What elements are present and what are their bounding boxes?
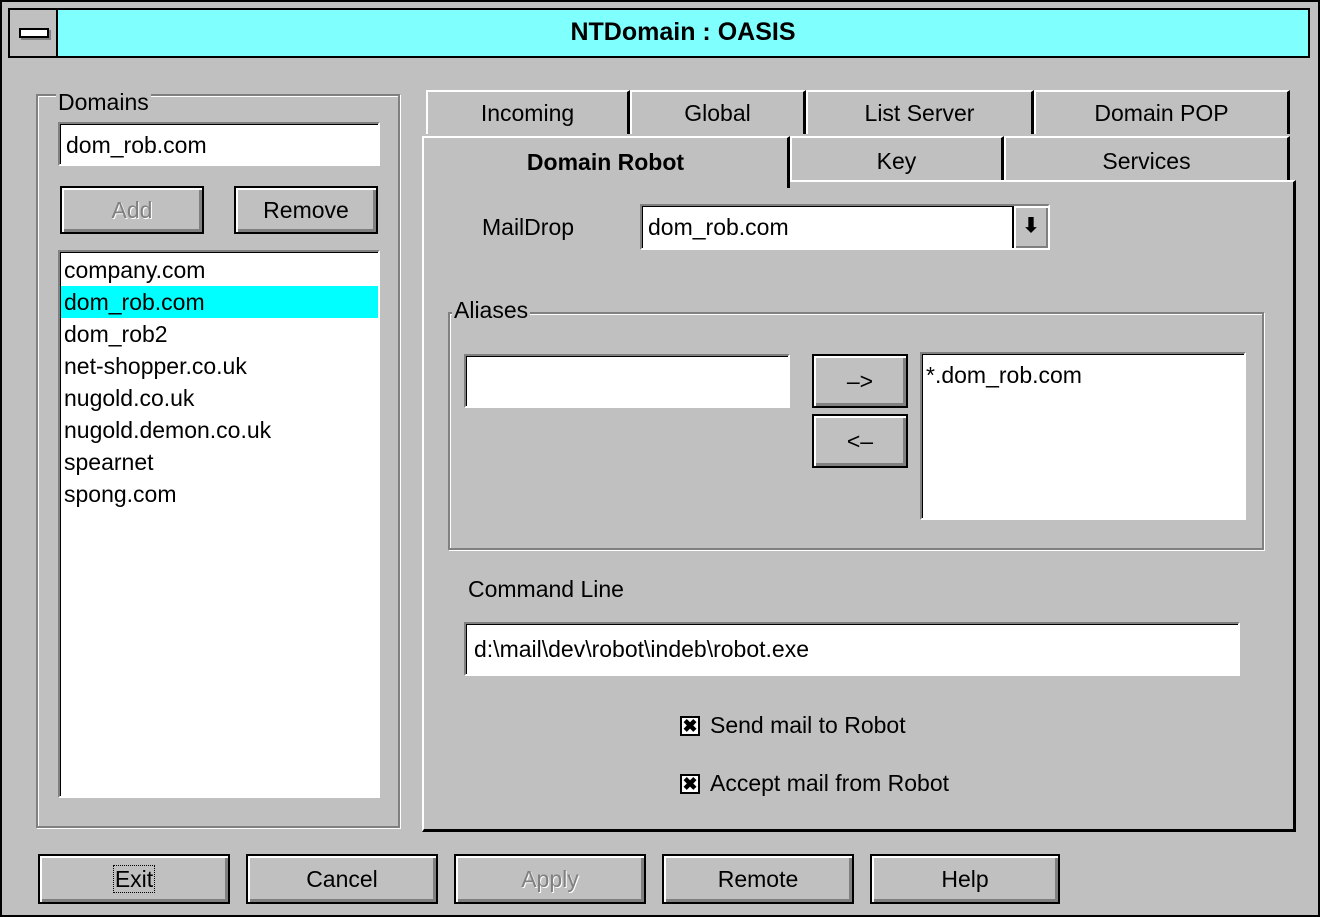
tab-global-label: Global — [684, 100, 751, 126]
send-mail-checkbox[interactable]: ✖ — [680, 716, 700, 736]
maildrop-value: dom_rob.com — [648, 214, 789, 240]
domain-name-input-value: dom_rob.com — [66, 132, 207, 158]
exit-button[interactable]: Exit — [38, 854, 230, 904]
help-button-label: Help — [941, 866, 989, 892]
maildrop-label: MailDrop — [482, 214, 575, 240]
dialog-window: NTDomain : OASIS Domains dom_rob.com Add… — [0, 0, 1320, 917]
cancel-button[interactable]: Cancel — [246, 854, 438, 904]
domain-list-item[interactable]: company.com — [60, 254, 378, 286]
tab-key[interactable]: Key — [790, 136, 1004, 182]
check-icon: ✖ — [682, 716, 698, 736]
domain-name-input[interactable]: dom_rob.com — [58, 122, 380, 166]
alias-list[interactable]: *.dom_rob.com — [920, 352, 1246, 520]
remote-button-label: Remote — [717, 866, 799, 892]
accept-mail-label[interactable]: Accept mail from Robot — [710, 770, 949, 797]
command-line-label: Command Line — [468, 576, 624, 602]
tab-key-label: Key — [876, 148, 917, 174]
help-button[interactable]: Help — [870, 854, 1060, 904]
tab-list-server-label: List Server — [864, 100, 975, 126]
tab-domain-pop-label: Domain POP — [1094, 100, 1229, 126]
add-domain-button[interactable]: Add — [60, 186, 204, 234]
command-line-value: d:\mail\dev\robot\indeb\robot.exe — [474, 636, 809, 662]
alias-list-item[interactable]: *.dom_rob.com — [926, 362, 1082, 389]
system-menu-icon — [19, 28, 49, 38]
domain-list-item[interactable]: dom_rob.com — [60, 286, 378, 318]
remove-alias-button-label: <– — [846, 428, 874, 454]
command-line-input[interactable]: d:\mail\dev\robot\indeb\robot.exe — [464, 622, 1240, 676]
tab-services-label: Services — [1102, 148, 1191, 174]
alias-input[interactable] — [464, 354, 790, 408]
add-alias-button[interactable]: –> — [812, 354, 908, 408]
aliases-group-label: Aliases — [452, 297, 531, 323]
tab-incoming-label: Incoming — [480, 100, 575, 126]
domain-list-item[interactable]: spearnet — [60, 446, 378, 478]
tab-incoming[interactable]: Incoming — [426, 90, 630, 134]
maildrop-combobox[interactable]: dom_rob.com ⬇ — [640, 204, 1050, 250]
remote-button[interactable]: Remote — [662, 854, 854, 904]
cancel-button-label: Cancel — [306, 866, 378, 892]
chevron-down-icon: ⬇ — [1022, 215, 1040, 237]
domain-robot-panel: MailDrop dom_rob.com ⬇ Aliases –> <– *.d… — [422, 180, 1296, 832]
check-icon: ✖ — [682, 774, 698, 794]
remove-domain-button-label: Remove — [263, 197, 349, 223]
domain-list-item[interactable]: spong.com — [60, 478, 378, 510]
accept-mail-checkbox[interactable]: ✖ — [680, 774, 700, 794]
exit-button-label: Exit — [112, 865, 156, 893]
domain-list-item[interactable]: nugold.co.uk — [60, 382, 378, 414]
remove-domain-button[interactable]: Remove — [234, 186, 378, 234]
system-menu-button[interactable] — [10, 10, 58, 56]
send-mail-label[interactable]: Send mail to Robot — [710, 712, 906, 739]
add-domain-button-label: Add — [111, 197, 153, 223]
domain-list[interactable]: company.com dom_rob.com dom_rob2 net-shoppe… — [58, 250, 380, 798]
domain-list-item[interactable]: nugold.demon.co.uk — [60, 414, 378, 446]
domain-list-item[interactable]: net-shopper.co.uk — [60, 350, 378, 382]
tab-domain-robot-label: Domain Robot — [526, 149, 685, 175]
remove-alias-button[interactable]: <– — [812, 414, 908, 468]
tab-domain-robot[interactable]: Domain Robot — [422, 136, 790, 188]
domain-list-item[interactable]: dom_rob2 — [60, 318, 378, 350]
tab-list-server[interactable]: List Server — [806, 90, 1034, 134]
domains-group-label: Domains — [56, 89, 151, 115]
window-title: NTDomain : OASIS — [570, 18, 796, 46]
add-alias-button-label: –> — [846, 368, 874, 394]
tab-global[interactable]: Global — [630, 90, 806, 134]
maildrop-dropdown-button[interactable]: ⬇ — [1012, 206, 1048, 248]
apply-button-label: Apply — [521, 866, 579, 892]
title-bar: NTDomain : OASIS — [8, 8, 1310, 58]
apply-button[interactable]: Apply — [454, 854, 646, 904]
tab-services[interactable]: Services — [1004, 136, 1290, 182]
tab-domain-pop[interactable]: Domain POP — [1034, 90, 1290, 134]
